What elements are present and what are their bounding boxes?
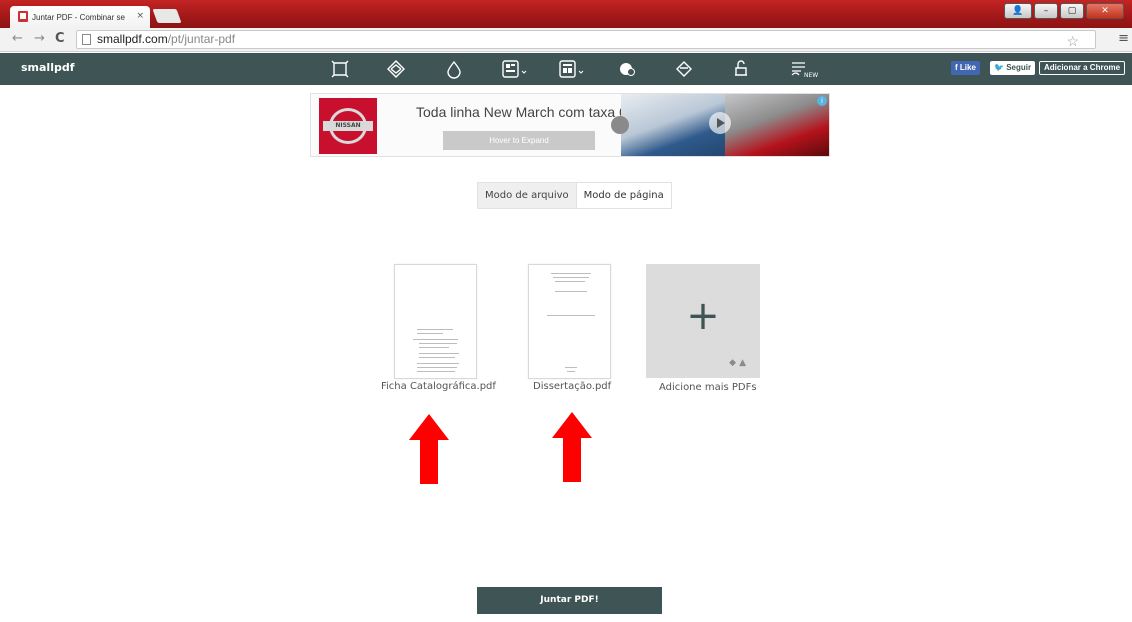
file-name: Dissertação.pdf: [533, 381, 612, 392]
convert-from-pdf-icon[interactable]: [557, 59, 591, 79]
mode-toggle: Modo de arquivo Modo de página: [477, 182, 672, 209]
url-host: smallpdf.com: [97, 32, 168, 46]
file-name: Ficha Catalográfica.pdf: [381, 381, 496, 392]
window-controls: 👤 – ▢ ✕: [1004, 3, 1124, 19]
add-more-label: Adicione mais PDFs: [659, 382, 757, 393]
ad-info-icon[interactable]: i: [817, 96, 827, 106]
url-path: /pt/juntar-pdf: [167, 32, 236, 46]
facebook-like-label: Like: [959, 63, 976, 72]
bookmark-star-icon[interactable]: ☆: [1066, 33, 1079, 50]
chrome-menu-icon[interactable]: ≡: [1118, 31, 1129, 46]
dropbox-icon[interactable]: ◆: [729, 358, 739, 368]
compress-icon[interactable]: [386, 59, 410, 79]
forward-arrow-icon[interactable]: →: [34, 31, 45, 46]
user-profile-button[interactable]: 👤: [1004, 3, 1032, 19]
ad-gallery-icon[interactable]: [611, 116, 629, 134]
browser-title-bar: Juntar PDF - Combinar se × 👤 – ▢ ✕: [0, 0, 1132, 28]
ad-car-photo-showroom: [725, 94, 829, 156]
tab-close-icon[interactable]: ×: [136, 11, 144, 21]
close-window-button[interactable]: ✕: [1086, 3, 1124, 19]
page-icon: [82, 34, 91, 45]
twitter-follow-button[interactable]: 🐦 Seguir: [990, 61, 1036, 75]
diamond-icon[interactable]: [674, 59, 698, 79]
merge-pdf-button[interactable]: Juntar PDF!: [477, 587, 662, 614]
add-more-pdfs-button[interactable]: + ◆▲: [646, 264, 760, 378]
advertisement-banner[interactable]: NISSAN Toda linha New March com taxa 0 H…: [310, 93, 830, 157]
nissan-logo-text: NISSAN: [323, 121, 373, 131]
maximize-button[interactable]: ▢: [1060, 3, 1084, 19]
plus-icon: +: [686, 293, 720, 339]
google-drive-icon[interactable]: ▲: [739, 358, 749, 368]
esign-icon[interactable]: NEW: [789, 59, 819, 79]
new-tab-button[interactable]: [152, 9, 182, 23]
red-arrow-annotation: [552, 412, 592, 482]
tab-page-mode[interactable]: Modo de página: [577, 183, 671, 208]
pdf-favicon-icon: [18, 11, 28, 22]
smallpdf-logo[interactable]: smallpdf: [21, 61, 75, 74]
unlock-icon[interactable]: [617, 59, 641, 79]
pdf-thumbnail-dissertacao[interactable]: [528, 264, 611, 379]
reload-icon[interactable]: C: [55, 31, 65, 46]
browser-tab[interactable]: Juntar PDF - Combinar se ×: [10, 6, 150, 28]
twitter-follow-label: Seguir: [1006, 63, 1032, 72]
red-arrow-annotation: [409, 414, 449, 484]
facebook-icon: f: [955, 63, 958, 72]
add-to-chrome-button[interactable]: Adicionar a Chrome: [1039, 61, 1126, 75]
drop-icon[interactable]: [444, 59, 468, 79]
facebook-like-button[interactable]: f Like: [951, 61, 980, 75]
address-bar[interactable]: smallpdf.com/pt/juntar-pdf ☆: [76, 30, 1096, 49]
ad-expand-button[interactable]: Hover to Expand: [443, 131, 595, 150]
twitter-bird-icon: 🐦: [994, 63, 1004, 72]
minimize-button[interactable]: –: [1034, 3, 1058, 19]
browser-toolbar: ← → C smallpdf.com/pt/juntar-pdf ☆ ≡: [0, 28, 1132, 52]
crop-icon[interactable]: [330, 59, 354, 79]
ad-headline: Toda linha New March com taxa 0: [416, 104, 627, 120]
new-badge: NEW: [804, 72, 818, 79]
nissan-logo: NISSAN: [319, 98, 377, 154]
cloud-source-icons: ◆▲: [729, 358, 749, 368]
lock-icon[interactable]: [731, 59, 755, 79]
tab-file-mode[interactable]: Modo de arquivo: [478, 183, 577, 208]
back-arrow-icon[interactable]: ←: [12, 31, 23, 46]
convert-to-pdf-icon[interactable]: [500, 59, 534, 79]
tab-title: Juntar PDF - Combinar se: [32, 12, 125, 22]
app-header: smallpdf NEW f Like 🐦 Seguir Adicionar a…: [0, 53, 1132, 85]
ad-play-icon[interactable]: [709, 112, 731, 134]
pdf-thumbnail-ficha[interactable]: [394, 264, 477, 379]
